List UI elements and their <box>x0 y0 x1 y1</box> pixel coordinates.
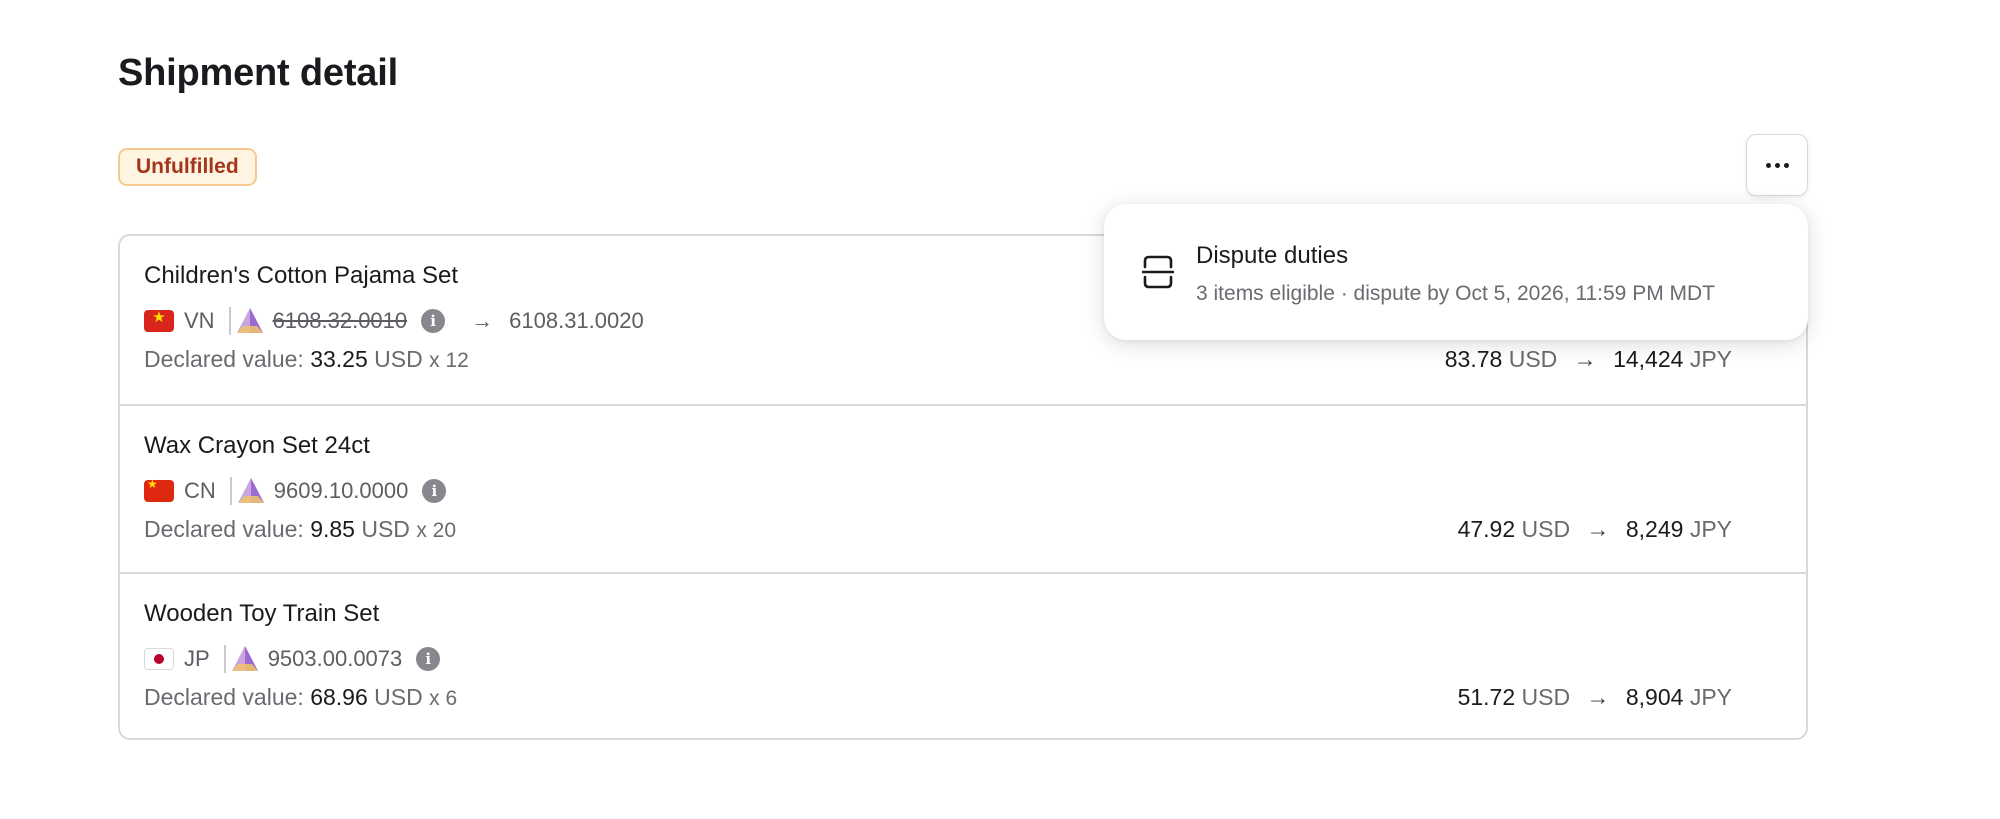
original-hs-code: 6108.32.0010 <box>272 308 408 333</box>
arrow-right-icon: → <box>1573 346 1597 372</box>
duty-local-amount: 8,904 <box>1625 684 1684 710</box>
duty-usd-currency: USD <box>1508 346 1558 372</box>
declared-label: Declared value: <box>144 684 304 710</box>
item-quantity: x 20 <box>416 519 457 542</box>
duty-local-currency: JPY <box>1689 346 1732 372</box>
duty-usd-amount: 51.72 <box>1457 684 1516 710</box>
declared-currency: USD <box>374 684 423 710</box>
more-actions-button[interactable] <box>1746 134 1808 196</box>
tariff-classification-icon <box>236 308 263 333</box>
declared-label: Declared value: <box>144 346 304 372</box>
new-hs-code: 6108.31.0020 <box>509 308 644 333</box>
country-code: CN <box>184 478 216 503</box>
declared-amount: 33.25 <box>310 346 368 372</box>
declared-currency: USD <box>361 516 410 542</box>
declared-amount: 9.85 <box>310 516 355 542</box>
item-quantity: x 6 <box>429 687 458 710</box>
duty-local-currency: JPY <box>1689 516 1732 542</box>
declared-currency: USD <box>374 346 423 372</box>
duty-local-amount: 14,424 <box>1613 346 1684 372</box>
arrow-right-icon: → <box>1586 516 1610 542</box>
table-row: Wooden Toy Train Set JP 9503.00.0073 i D… <box>120 572 1806 738</box>
info-icon[interactable]: i <box>416 647 441 671</box>
duty-amount: 83.78 USD → 14,424 JPY <box>1445 346 1732 373</box>
info-icon[interactable]: i <box>421 309 446 333</box>
page-title: Shipment detail <box>118 52 398 94</box>
declared-amount: 68.96 <box>310 684 368 710</box>
tariff-classification-icon <box>231 646 258 671</box>
vietnam-flag-icon <box>144 308 174 332</box>
item-meta: JP 9503.00.0073 i <box>144 644 441 674</box>
declared-value: Declared value: 9.85 USD x 20 <box>144 516 456 543</box>
declared-label: Declared value: <box>144 516 304 542</box>
item-quantity: x 12 <box>429 349 469 372</box>
divider <box>223 645 226 673</box>
declared-value: Declared value: 68.96 USD x 6 <box>144 684 457 711</box>
divider <box>229 477 232 505</box>
duty-local-amount: 8,249 <box>1625 516 1684 542</box>
status-badge: Unfulfilled <box>118 148 257 186</box>
item-meta: VN 6108.32.0010 i → 6108.31.0020 <box>144 306 644 336</box>
duty-amount: 47.92 USD → 8,249 JPY <box>1458 516 1732 543</box>
item-name: Children's Cotton Pajama Set <box>144 262 459 289</box>
duty-amount: 51.72 USD → 8,904 JPY <box>1458 684 1732 711</box>
item-meta: CN 9609.10.0000 i <box>144 476 447 506</box>
declared-value: Declared value: 33.25 USD x 12 <box>144 346 469 373</box>
duty-usd-amount: 47.92 <box>1457 516 1516 542</box>
hs-code: 9503.00.0073 <box>267 646 403 671</box>
dispute-icon <box>1142 255 1174 289</box>
item-name: Wooden Toy Train Set <box>144 600 380 627</box>
country-code: VN <box>184 308 215 333</box>
tariff-classification-icon <box>237 478 264 503</box>
more-horizontal-icon <box>1765 162 1789 168</box>
divider <box>228 307 231 335</box>
duty-usd-currency: USD <box>1521 684 1571 710</box>
arrow-right-icon: → <box>1586 684 1610 710</box>
duty-usd-amount: 83.78 <box>1444 346 1503 372</box>
duty-local-currency: JPY <box>1689 684 1732 710</box>
info-icon[interactable]: i <box>422 479 447 503</box>
menu-item-title: Dispute duties <box>1196 242 1349 269</box>
table-row: Wax Crayon Set 24ct CN 9609.10.0000 i De… <box>120 404 1806 574</box>
country-code: JP <box>184 646 210 671</box>
arrow-right-icon: → <box>471 308 494 333</box>
hs-code: 9609.10.0000 <box>273 478 409 503</box>
duty-usd-currency: USD <box>1521 516 1571 542</box>
menu-item-subtitle: 3 items eligible · dispute by Oct 5, 202… <box>1196 282 1716 305</box>
dispute-duties-menu-item[interactable]: Dispute duties 3 items eligible · disput… <box>1104 204 1808 340</box>
japan-flag-icon <box>144 648 174 670</box>
item-name: Wax Crayon Set 24ct <box>144 432 370 459</box>
china-flag-icon <box>144 477 174 502</box>
